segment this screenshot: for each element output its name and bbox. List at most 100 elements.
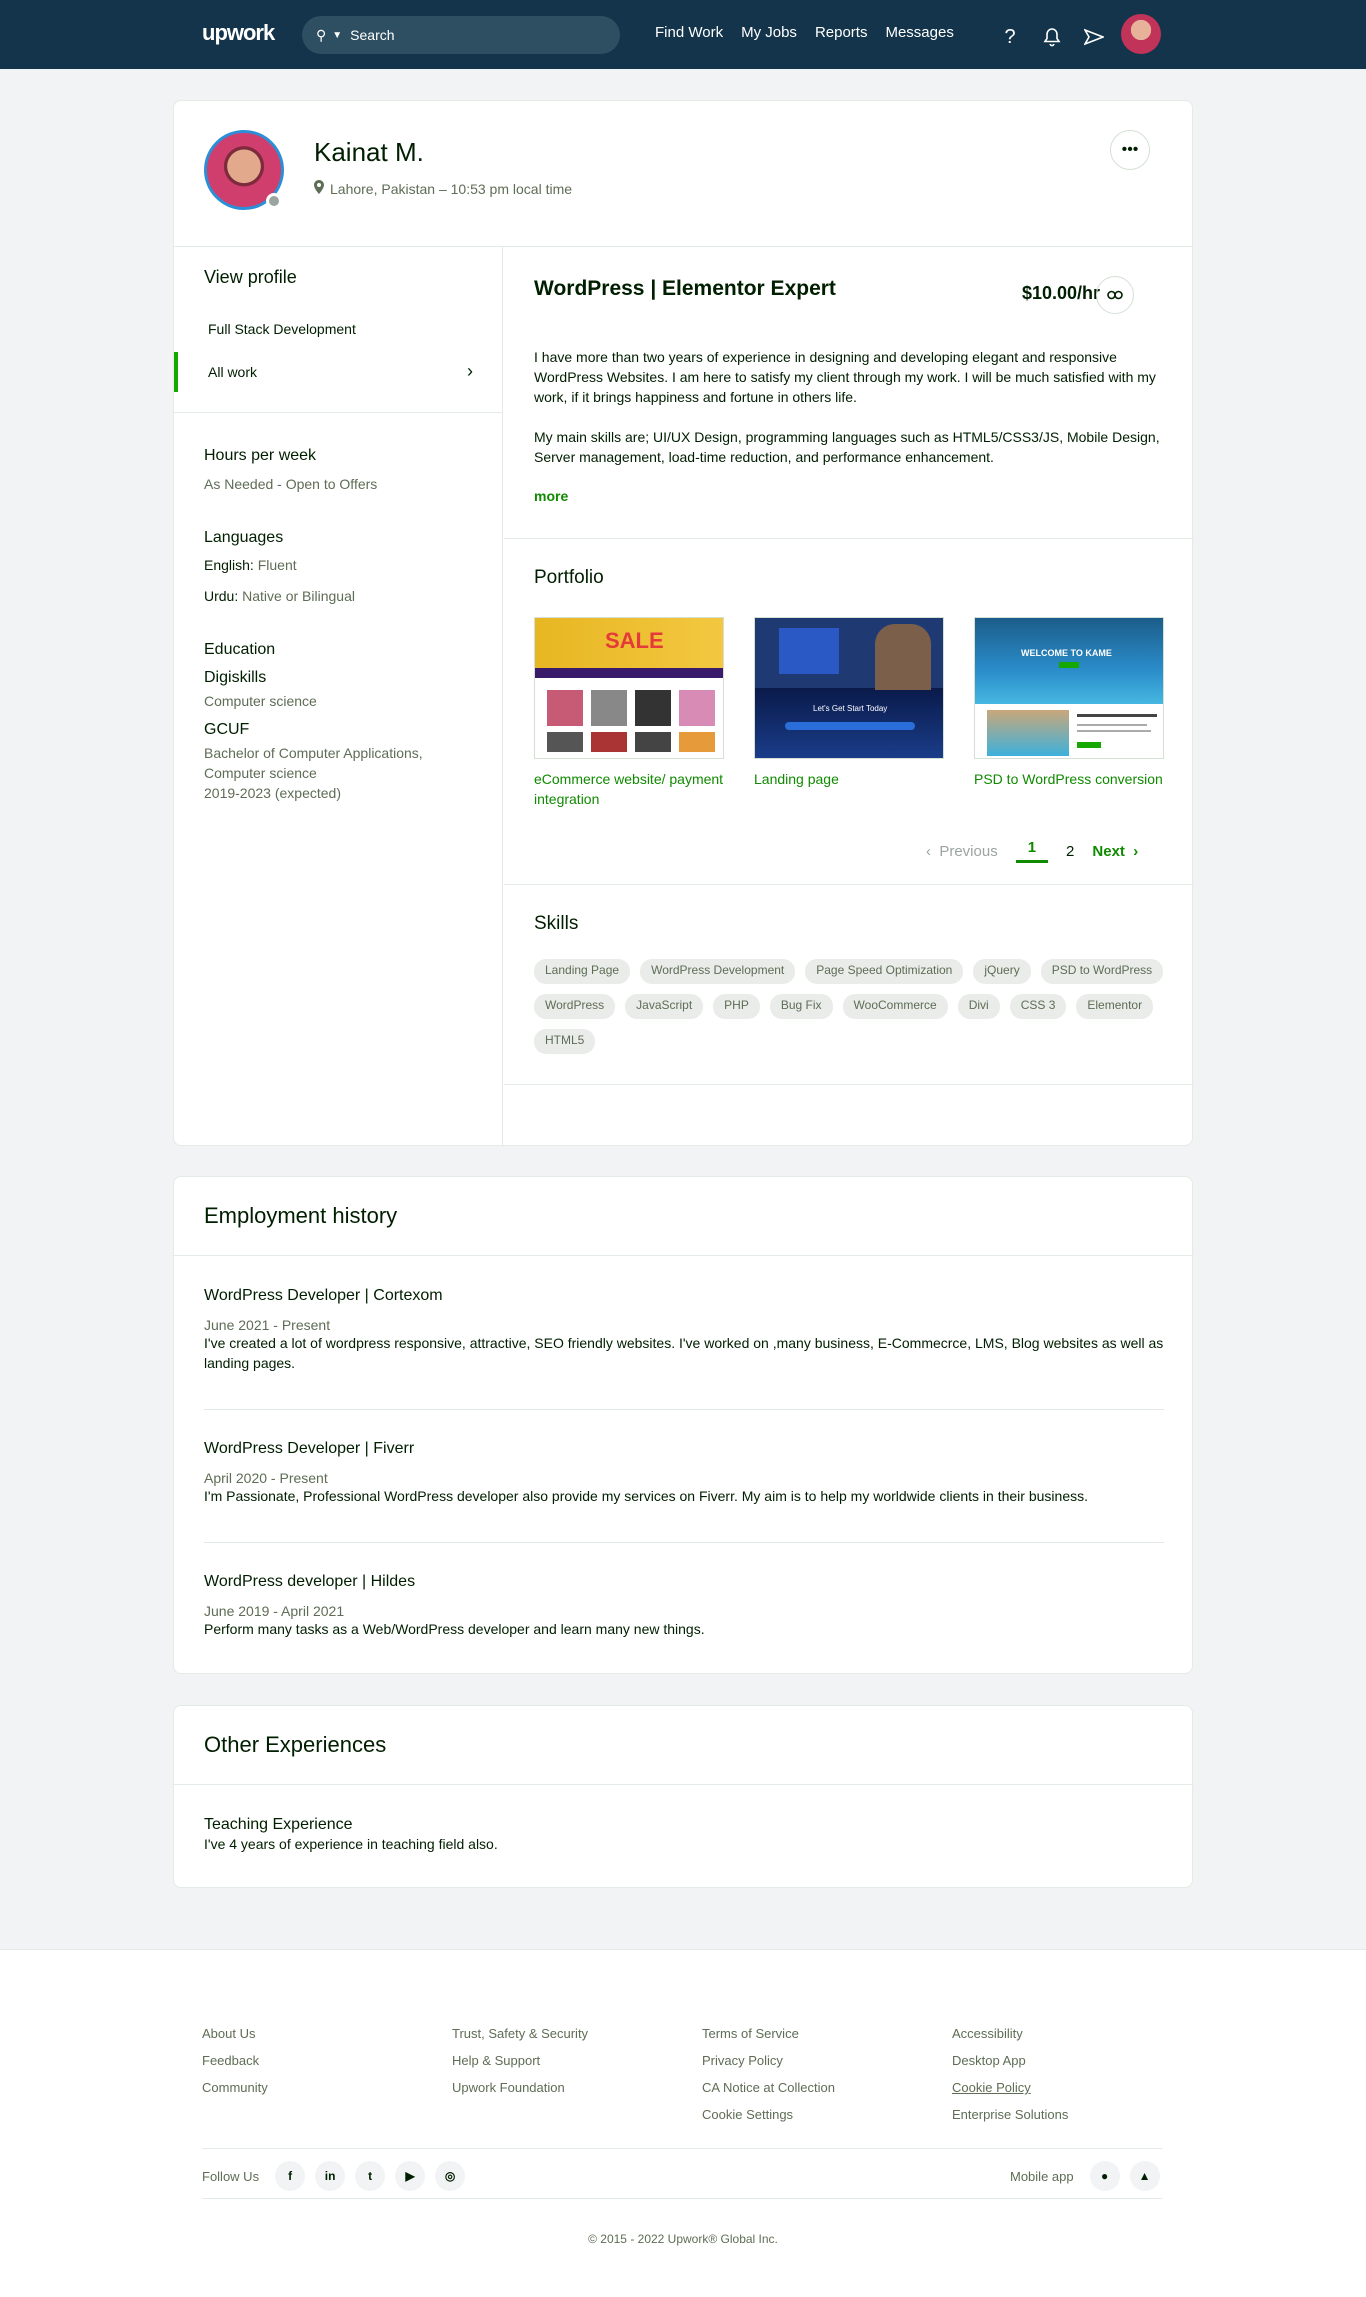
education-detail: Computer science: [204, 693, 317, 709]
next-button[interactable]: Next ›: [1092, 843, 1138, 860]
skill-chip[interactable]: WordPress Development: [640, 959, 796, 984]
language-level: Fluent: [257, 557, 297, 573]
job-divider: [204, 1542, 1164, 1543]
footer-link[interactable]: Feedback: [202, 2047, 268, 2074]
footer-link[interactable]: CA Notice at Collection: [702, 2074, 835, 2101]
instagram-icon[interactable]: ◎: [435, 2161, 466, 2191]
more-options-button[interactable]: •••: [1110, 130, 1150, 170]
skill-chip[interactable]: WordPress: [534, 994, 616, 1019]
footer-link[interactable]: Privacy Policy: [702, 2047, 835, 2074]
skill-chip[interactable]: Elementor: [1076, 994, 1154, 1019]
footer-link[interactable]: Trust, Safety & Security: [452, 2020, 588, 2047]
help-icon[interactable]: ?: [995, 22, 1025, 52]
youtube-icon[interactable]: ▶: [395, 2161, 426, 2191]
page-1[interactable]: 1: [1015, 839, 1049, 863]
job-dates: June 2019 - April 2021: [204, 1603, 345, 1619]
user-avatar[interactable]: [1121, 14, 1161, 54]
thumbnail-text: WELCOME TO KAME: [1021, 648, 1112, 658]
search-label: Search: [350, 27, 395, 43]
twitter-icon[interactable]: t: [355, 2161, 386, 2191]
page-2[interactable]: 2: [1066, 843, 1074, 860]
linkedin-icon[interactable]: in: [315, 2161, 346, 2191]
other-experience-item: Teaching Experience I've 4 years of expe…: [204, 1816, 1164, 1854]
facebook-icon[interactable]: f: [275, 2161, 306, 2191]
portfolio-pagination: ‹ Previous 1 2 Next ›: [926, 839, 1156, 863]
portfolio-item-title[interactable]: eCommerce website/ payment integration: [534, 769, 724, 809]
copy-link-button[interactable]: [1096, 276, 1134, 314]
footer-link[interactable]: Help & Support: [452, 2047, 588, 2074]
mobile-app: Mobile app ● ▲: [1010, 2161, 1160, 2191]
all-work-label: All work: [208, 364, 258, 380]
language-urdu: Urdu: Native or Bilingual: [204, 586, 355, 606]
footer-link[interactable]: Cookie Policy: [952, 2074, 1068, 2101]
android-icon[interactable]: ▲: [1129, 2161, 1160, 2191]
portfolio-item[interactable]: WELCOME TO KAME PSD to WordPress convers…: [974, 617, 1164, 789]
search-icon: ⚲: [316, 26, 327, 43]
skill-chip[interactable]: jQuery: [973, 959, 1031, 984]
skills-title: Skills: [534, 913, 579, 934]
skill-chip[interactable]: PHP: [713, 994, 760, 1019]
nav-my-jobs[interactable]: My Jobs: [741, 24, 797, 41]
upwork-logo[interactable]: upwork: [202, 20, 275, 46]
education-title: Education: [204, 641, 276, 658]
profile-title: WordPress | Elementor Expert: [534, 277, 836, 300]
portfolio-thumbnail[interactable]: WELCOME TO KAME: [974, 617, 1164, 759]
sidebar-divider: [174, 412, 503, 413]
overview-paragraph: I have more than two years of experience…: [534, 349, 1156, 405]
skill-chip[interactable]: Landing Page: [534, 959, 631, 984]
hourly-rate: $10.00/hr: [1022, 283, 1101, 303]
skill-chip[interactable]: WooCommerce: [842, 994, 948, 1019]
footer-link[interactable]: Community: [202, 2074, 268, 2101]
employment-item: WordPress Developer | Fiverr April 2020 …: [204, 1440, 1164, 1506]
portfolio-thumbnail[interactable]: Let's Get Start Today: [754, 617, 944, 759]
portfolio-item-title[interactable]: Landing page: [754, 769, 944, 789]
skill-chip[interactable]: PSD to WordPress: [1040, 959, 1164, 984]
job-title: WordPress Developer | Fiverr: [204, 1440, 415, 1457]
skill-chip[interactable]: Page Speed Optimization: [805, 959, 964, 984]
footer-link[interactable]: Cookie Settings: [702, 2101, 835, 2128]
send-icon[interactable]: [1079, 22, 1109, 52]
footer-link[interactable]: About Us: [202, 2020, 268, 2047]
footer-column: Accessibility Desktop App Cookie Policy …: [952, 2020, 1068, 2128]
more-link[interactable]: more: [534, 488, 568, 504]
job-title: WordPress developer | Hildes: [204, 1573, 416, 1590]
experience-description: I've 4 years of experience in teaching f…: [204, 1836, 498, 1852]
portfolio-item[interactable]: Let's Get Start Today Landing page: [754, 617, 944, 789]
skills-section: Skills Landing Page WordPress Developmen…: [504, 885, 1194, 1085]
bell-icon[interactable]: [1037, 22, 1067, 52]
previous-button[interactable]: ‹ Previous: [926, 843, 998, 860]
education-school: Digiskills: [204, 669, 267, 686]
thumbnail-text: Let's Get Start Today: [813, 704, 888, 713]
language-name: English:: [204, 557, 254, 573]
skill-chip[interactable]: Bug Fix: [769, 994, 833, 1019]
search-box[interactable]: ⚲ ▼ Search: [302, 16, 620, 54]
skill-chip[interactable]: HTML5: [534, 1029, 596, 1054]
footer-link[interactable]: Accessibility: [952, 2020, 1068, 2047]
job-title: WordPress Developer | Cortexom: [204, 1287, 443, 1304]
skill-chip[interactable]: JavaScript: [625, 994, 704, 1019]
profile-sidebar: View profile Full Stack Development All …: [174, 247, 503, 1147]
languages-title: Languages: [204, 529, 284, 546]
nav-reports[interactable]: Reports: [815, 24, 868, 41]
copyright: © 2015 - 2022 Upwork® Global Inc.: [588, 2232, 778, 2246]
job-description: I've created a lot of wordpress responsi…: [204, 1335, 1164, 1371]
nav-messages[interactable]: Messages: [885, 24, 953, 41]
portfolio-item-title[interactable]: PSD to WordPress conversion: [974, 769, 1164, 789]
job-description: I'm Passionate, Professional WordPress d…: [204, 1488, 1088, 1504]
portfolio-item[interactable]: SALE eCommerce website/ payment integrat…: [534, 617, 724, 809]
other-experiences-title: Other Experiences: [204, 1732, 387, 1757]
portfolio-thumbnail[interactable]: SALE: [534, 617, 724, 759]
footer-link[interactable]: Desktop App: [952, 2047, 1068, 2074]
employment-item: WordPress developer | Hildes June 2019 -…: [204, 1573, 1164, 1639]
nav-find-work[interactable]: Find Work: [655, 24, 723, 41]
chevron-down-icon[interactable]: ▼: [332, 30, 342, 41]
footer-link[interactable]: Terms of Service: [702, 2020, 835, 2047]
footer-link[interactable]: Upwork Foundation: [452, 2074, 588, 2101]
skill-chip[interactable]: Divi: [957, 994, 1000, 1019]
other-experiences-card: Other Experiences Teaching Experience I'…: [173, 1705, 1194, 1888]
all-work-tab[interactable]: All work ›: [174, 352, 503, 392]
specialized-profile-link[interactable]: Full Stack Development: [208, 321, 356, 337]
footer-link[interactable]: Enterprise Solutions: [952, 2101, 1068, 2128]
skill-chip[interactable]: CSS 3: [1009, 994, 1067, 1019]
apple-icon[interactable]: ●: [1089, 2161, 1120, 2191]
